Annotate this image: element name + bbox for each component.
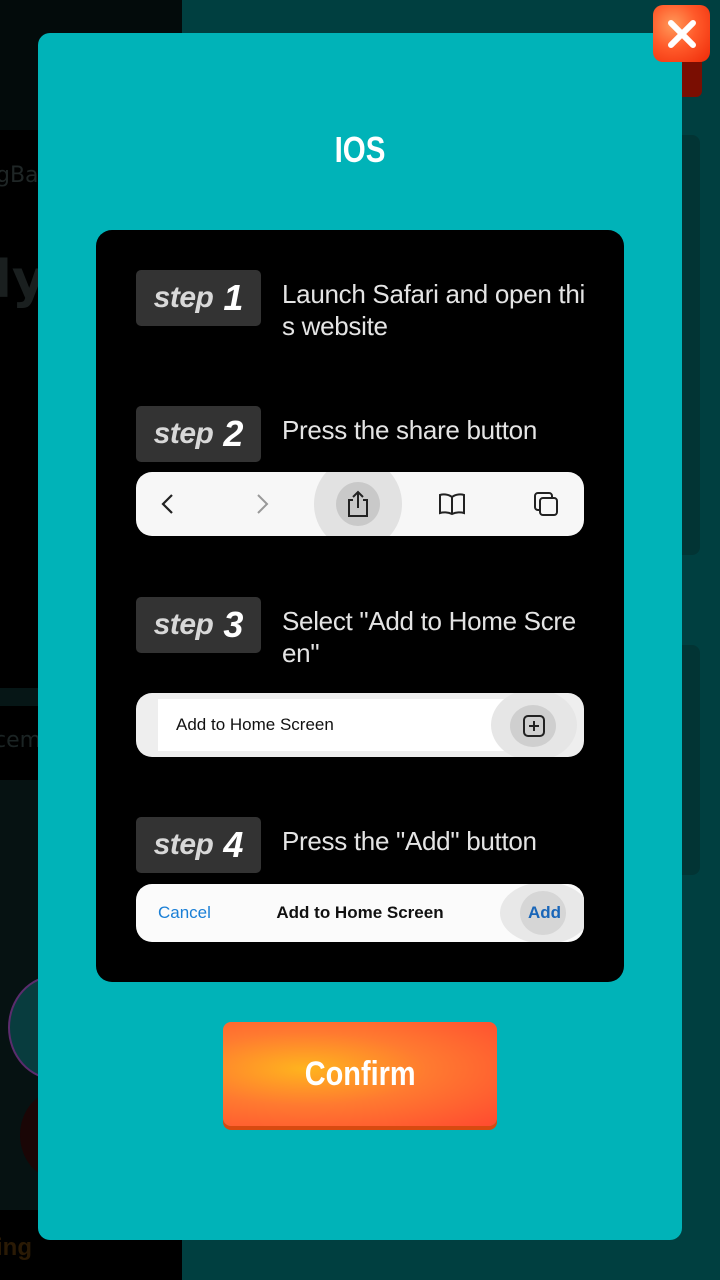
step-badge: step 3 — [136, 597, 261, 653]
step-number: 2 — [223, 413, 244, 454]
step-badge: step 2 — [136, 406, 261, 462]
ios-install-modal: IOS step 1 Launch Safari and open this w… — [38, 33, 682, 1240]
step-badge: step 1 — [136, 270, 261, 326]
step-instruction: Launch Safari and open this website — [282, 279, 585, 341]
step-number: 1 — [223, 277, 244, 318]
step-word: step — [153, 281, 214, 314]
tabs-icon — [528, 486, 564, 522]
back-chevron-icon — [150, 486, 186, 522]
step-number: 4 — [223, 824, 244, 865]
step-instruction: Press the "Add" button — [282, 826, 537, 856]
steps-panel: step 1 Launch Safari and open this websi… — [96, 230, 624, 982]
step-badge: step 4 — [136, 817, 261, 873]
step-instruction: Select "Add to Home Screen" — [282, 606, 576, 668]
plus-square-icon — [522, 714, 546, 743]
step-word: step — [153, 608, 214, 641]
step-word: step — [153, 417, 214, 450]
background-text: ing — [0, 1234, 32, 1261]
confirm-label: Confirm — [304, 1054, 416, 1093]
close-x-icon — [667, 19, 696, 48]
add-label: Add — [528, 903, 562, 922]
confirm-button[interactable]: Confirm — [223, 1022, 497, 1126]
share-icon — [340, 486, 376, 522]
close-button[interactable] — [653, 5, 710, 62]
modal-title: IOS — [334, 129, 386, 170]
add-to-home-label: Add to Home Screen — [176, 715, 334, 734]
step-instruction: Press the share button — [282, 415, 537, 445]
safari-toolbar-illustration — [136, 472, 584, 536]
step-number: 3 — [223, 604, 244, 645]
step-word: step — [153, 828, 214, 861]
add-to-home-row-illustration: Add to Home Screen — [136, 693, 584, 757]
background-text: gBa — [0, 163, 39, 188]
background-text: cem — [0, 728, 42, 753]
bar-title: Add to Home Screen — [276, 903, 444, 922]
forward-chevron-icon — [244, 486, 280, 522]
bookmarks-book-icon — [434, 486, 470, 522]
add-confirm-bar-illustration: Cancel Add to Home Screen Add — [136, 884, 584, 942]
